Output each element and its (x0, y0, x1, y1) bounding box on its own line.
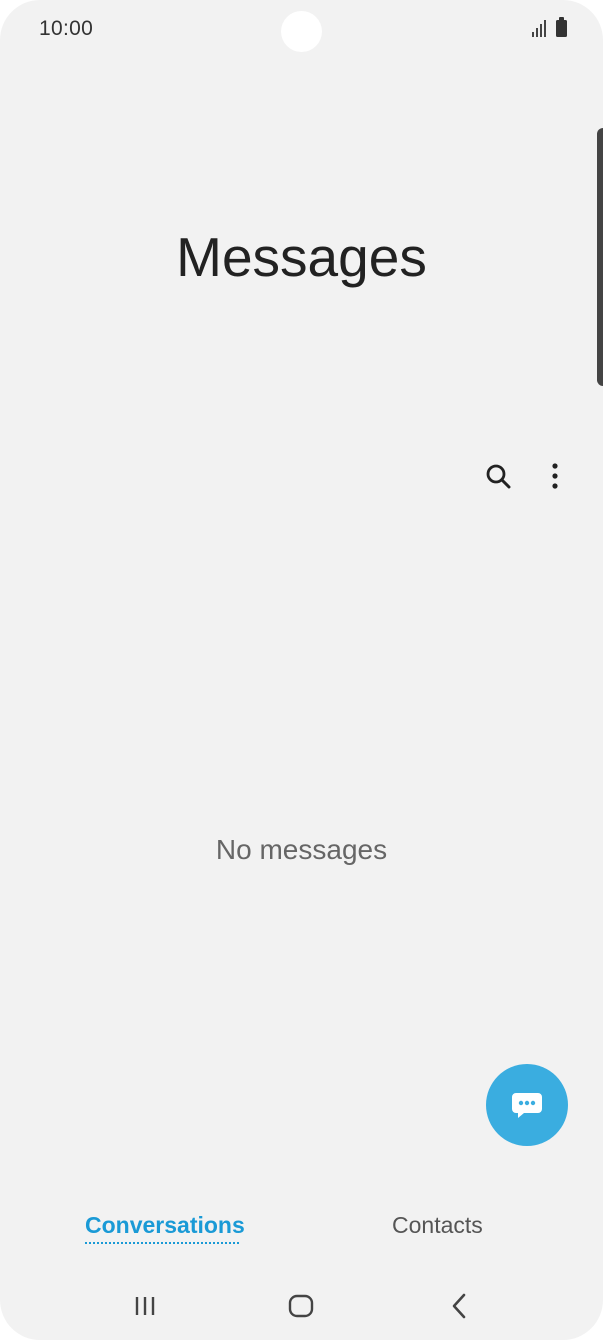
search-button[interactable] (478, 456, 518, 496)
empty-state-text: No messages (215, 834, 388, 865)
more-vertical-icon (552, 463, 558, 489)
back-button[interactable] (435, 1286, 483, 1326)
search-icon (486, 464, 511, 489)
more-options-button[interactable] (535, 456, 575, 496)
recents-button[interactable] (121, 1286, 169, 1326)
signal-icon (532, 19, 546, 37)
home-icon (288, 1294, 314, 1318)
page-title: Messages (176, 226, 427, 288)
compose-message-icon (512, 1093, 542, 1118)
compose-button[interactable] (486, 1064, 568, 1146)
home-button[interactable] (277, 1286, 325, 1326)
status-icons (532, 17, 567, 37)
tab-selected-indicator (85, 1242, 239, 1244)
battery-icon (556, 17, 567, 37)
recents-icon (135, 1297, 155, 1315)
tab-conversations[interactable]: Conversations (85, 1212, 245, 1239)
camera-cutout (281, 11, 322, 52)
phone-screen: 10:00 Messages No messages Conversations… (0, 0, 603, 1340)
status-time: 10:00 (39, 17, 94, 40)
back-icon (452, 1293, 466, 1319)
tab-contacts[interactable]: Contacts (392, 1212, 483, 1239)
